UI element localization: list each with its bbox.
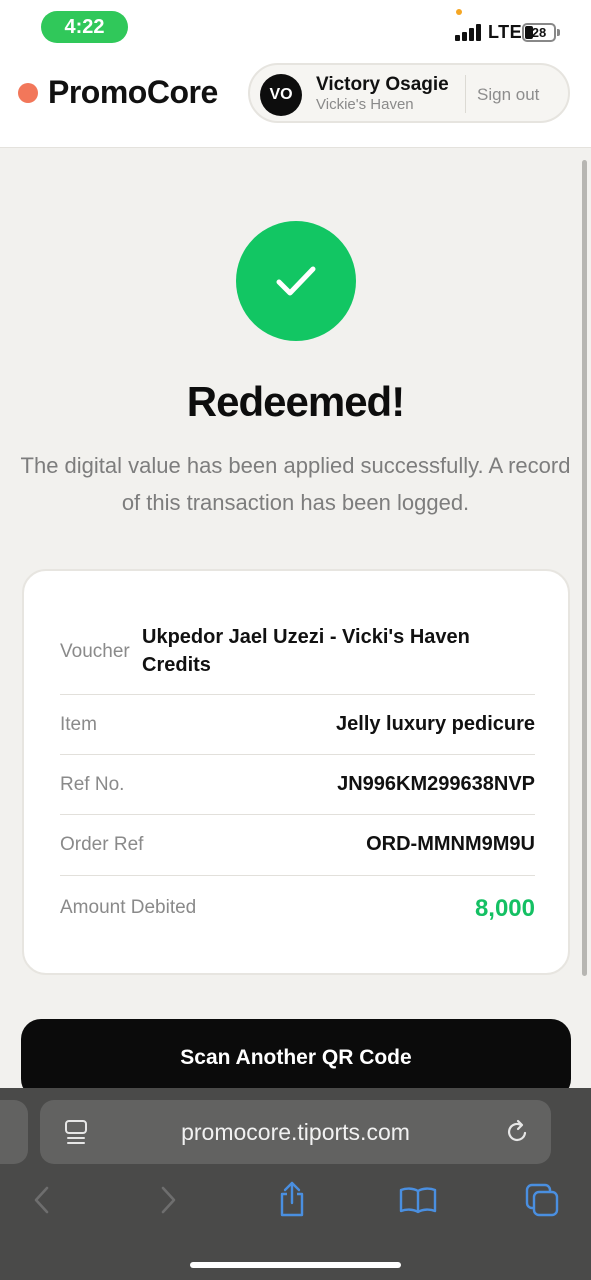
network-type: LTE <box>488 22 523 42</box>
battery-level: 28 <box>531 25 547 40</box>
address-bar[interactable]: promocore.tiports.com <box>40 1100 551 1164</box>
detail-label: Ref No. <box>60 774 125 795</box>
privacy-indicator-dot <box>456 9 462 15</box>
forward-icon[interactable] <box>160 1186 178 1214</box>
status-time: 4:22 <box>41 11 128 43</box>
share-icon[interactable] <box>277 1180 307 1218</box>
detail-row-ref-no: Ref No. JN996KM299638NVP <box>60 755 535 815</box>
page-scrollbar[interactable] <box>582 160 587 976</box>
chip-divider <box>465 75 466 113</box>
detail-value: JN996KM299638NVP <box>337 773 535 795</box>
detail-value: Ukpedor Jael Uzezi - Vicki's Haven Credi… <box>142 626 470 676</box>
detail-label: Amount Debited <box>60 897 197 918</box>
brand-name[interactable]: PromoCore <box>48 74 218 111</box>
status-bar: 4:22 LTE 28 <box>0 0 591 52</box>
reload-icon[interactable] <box>506 1119 530 1145</box>
detail-label: Item <box>60 714 97 735</box>
url-text[interactable]: promocore.tiports.com <box>40 1100 551 1164</box>
bookmarks-icon[interactable] <box>399 1186 437 1214</box>
transaction-details-card: Voucher Ukpedor Jael Uzezi - Vicki's Hav… <box>22 569 570 975</box>
browser-toolbar: promocore.tiports.com <box>0 1088 591 1280</box>
detail-row-order-ref: Order Ref ORD-MMNM9M9U <box>60 815 535 876</box>
previous-tab-edge[interactable] <box>0 1100 28 1164</box>
app-header: PromoCore VO Victory Osagie Vickie's Hav… <box>0 52 591 148</box>
detail-value: Jelly luxury pedicure <box>336 713 535 735</box>
detail-label: Voucher <box>60 641 130 662</box>
detail-row-voucher: Voucher Ukpedor Jael Uzezi - Vicki's Hav… <box>60 611 535 695</box>
detail-row-item: Item Jelly luxury pedicure <box>60 695 535 755</box>
result-message: The digital value has been applied succe… <box>20 453 571 515</box>
amount-debited-value: 8,000 <box>474 895 535 922</box>
home-indicator[interactable] <box>190 1262 401 1268</box>
battery-icon: 28 <box>522 23 556 42</box>
success-badge <box>236 221 356 341</box>
user-store: Vickie's Haven <box>316 96 414 113</box>
user-chip: VO Victory Osagie Vickie's Haven Sign ou… <box>248 63 570 123</box>
scan-another-button[interactable]: Scan Another QR Code <box>21 1019 571 1099</box>
tabs-icon[interactable] <box>525 1183 559 1217</box>
sign-out-button[interactable]: Sign out <box>477 85 539 105</box>
detail-value: ORD-MMNM9M9U <box>366 833 535 855</box>
detail-label: Order Ref <box>60 834 144 855</box>
detail-row-amount: Amount Debited 8,000 <box>60 876 535 940</box>
page-title: Redeemed! <box>186 378 405 425</box>
signal-icon <box>455 24 483 41</box>
back-icon[interactable] <box>32 1186 50 1214</box>
check-icon <box>276 266 316 296</box>
brand-logo-dot <box>18 83 38 103</box>
avatar: VO <box>260 74 302 116</box>
user-name: Victory Osagie <box>316 74 449 95</box>
